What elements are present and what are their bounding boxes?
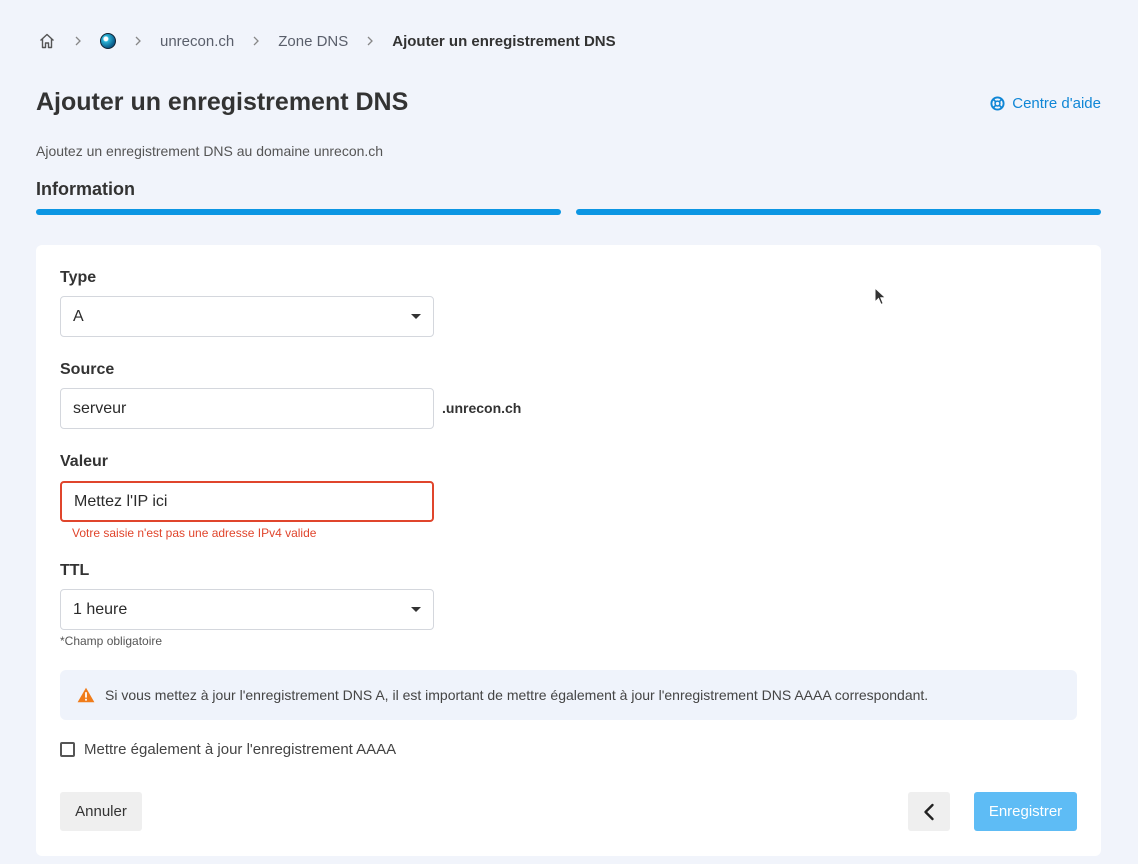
valeur-error-message: Votre saisie n'est pas une adresse IPv4 … [72,526,317,540]
lifebuoy-icon [990,96,1005,111]
breadcrumb: unrecon.ch Zone DNS Ajouter un enregistr… [38,30,616,52]
update-aaaa-option[interactable]: Mettre également à jour l'enregistrement… [60,741,396,758]
chevron-right-icon [73,36,83,46]
valeur-field[interactable] [60,481,434,522]
help-center-label: Centre d'aide [1012,95,1101,112]
ttl-select-value: 1 heure [73,600,128,618]
warning-text: Si vous mettez à jour l'enregistrement D… [105,687,929,703]
section-title: Information [36,179,135,199]
source-input[interactable] [73,399,421,418]
type-select-value: A [73,307,84,325]
cancel-button[interactable]: Annuler [60,792,142,831]
source-label: Source [60,361,115,378]
source-domain-suffix: .unrecon.ch [442,400,522,416]
page-title: Ajouter un enregistrement DNS [36,88,409,116]
progress-step-2 [576,209,1101,215]
warning-icon [77,687,95,703]
chevron-right-icon [365,36,375,46]
caret-down-icon [411,607,421,612]
ttl-label: TTL [60,562,90,579]
chevron-right-icon [251,36,261,46]
caret-down-icon [411,314,421,319]
home-icon[interactable] [38,32,56,50]
type-select[interactable]: A [60,296,434,337]
wizard-progress [36,209,1101,215]
ttl-select[interactable]: 1 heure [60,589,434,630]
update-aaaa-checkbox[interactable] [60,742,75,757]
source-field[interactable] [60,388,434,429]
chevron-left-icon [923,803,935,821]
page-subtitle: Ajoutez un enregistrement DNS au domaine… [36,143,384,159]
mouse-cursor-icon [874,287,887,306]
type-label: Type [60,269,97,286]
breadcrumb-domain[interactable]: unrecon.ch [160,33,234,50]
required-field-note: *Champ obligatoire [60,634,163,648]
save-button[interactable]: Enregistrer [974,792,1077,831]
update-aaaa-label: Mettre également à jour l'enregistrement… [84,741,397,758]
chevron-right-icon [133,36,143,46]
progress-step-1 [36,209,561,215]
warning-alert: Si vous mettez à jour l'enregistrement D… [60,670,1077,720]
back-button[interactable] [908,792,950,831]
breadcrumb-zone-dns[interactable]: Zone DNS [278,33,348,50]
form-card: Type A Source .unrecon.ch Valeur Votre s… [36,245,1101,856]
globe-icon[interactable] [100,33,116,49]
valeur-input[interactable] [74,492,420,511]
valeur-label: Valeur [60,453,109,470]
breadcrumb-current: Ajouter un enregistrement DNS [392,32,616,50]
help-center-link[interactable]: Centre d'aide [990,95,1101,112]
